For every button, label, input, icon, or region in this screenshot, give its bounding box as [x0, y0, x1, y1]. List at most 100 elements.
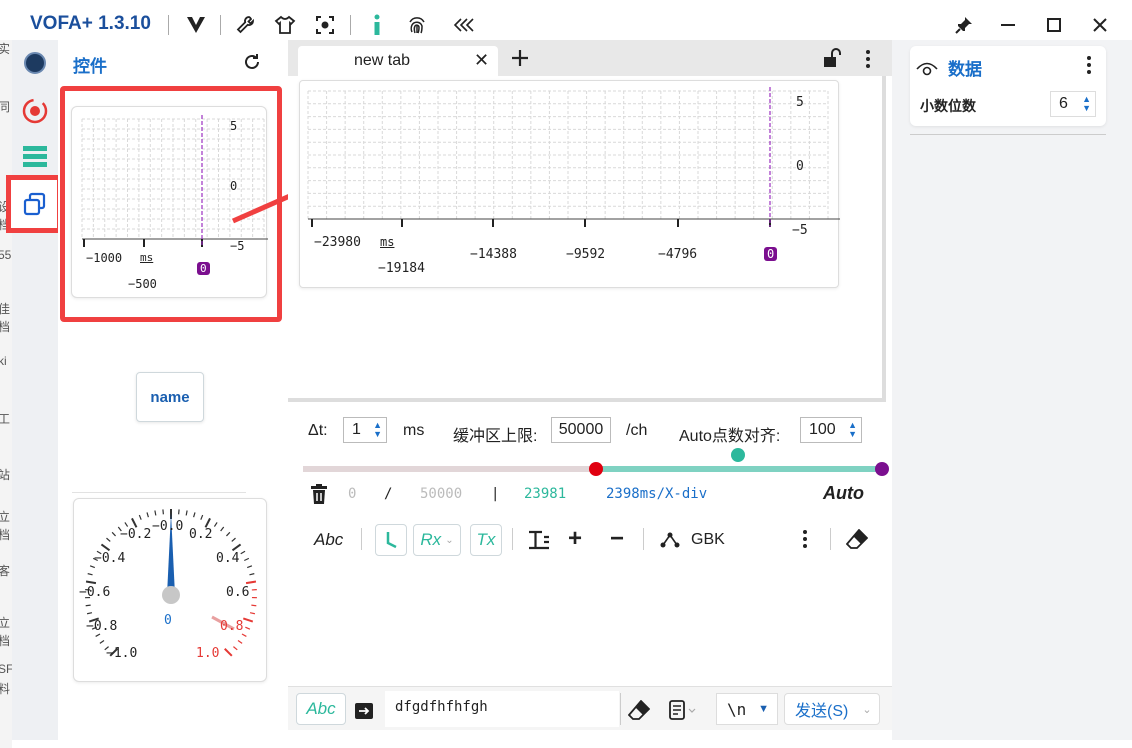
protocol-button[interactable] [660, 531, 680, 554]
add-tab-button[interactable] [510, 48, 530, 68]
gauge-widget[interactable]: −0.0 −0.2 −0.4 −0.6 −0.8 −1.0 0.2 0.4 0.… [73, 498, 267, 682]
gauge-label: 0.6 [226, 585, 250, 600]
fingerprint-icon[interactable] [402, 10, 432, 40]
mini-x-tick: −500 [128, 277, 157, 291]
gauge-label: 0.2 [189, 527, 213, 542]
auto-mode-button[interactable]: Auto [823, 483, 864, 504]
pin-icon[interactable] [946, 10, 982, 40]
widget-panel-title: 控件 [73, 57, 107, 76]
list-view-button[interactable] [16, 138, 54, 176]
eye-icon[interactable] [916, 62, 938, 81]
gauge-tick [124, 522, 129, 527]
clear-data-button[interactable] [310, 484, 328, 504]
rx-button[interactable]: Rx ⌄ [413, 524, 461, 556]
copy-icon [23, 192, 46, 216]
maximize-button[interactable] [1036, 10, 1072, 40]
buffer-input[interactable]: 50000 [551, 417, 611, 443]
slider-handle-end[interactable] [875, 462, 889, 476]
eraser-icon [627, 699, 651, 720]
minimize-button[interactable] [990, 10, 1026, 40]
tab-close-icon[interactable]: ✕ [474, 50, 489, 71]
slider-handle-mid[interactable] [731, 448, 745, 462]
tx-button[interactable]: Tx [470, 524, 502, 556]
send-bar: Abc dfgdfhfhfgh \n ▼ 发送(S) ⌄ [288, 686, 892, 730]
panel-divider [910, 134, 1106, 135]
widgets-button[interactable] [16, 185, 54, 223]
buffer-unit: /ch [626, 422, 648, 439]
toolbar-more-button[interactable] [800, 528, 810, 550]
send-input[interactable]: dfgdfhfhfgh [385, 691, 619, 727]
chevron-down-icon: ⌄ [862, 703, 872, 716]
gauge-tick [226, 531, 231, 537]
abc-toggle[interactable]: Abc [314, 530, 343, 550]
newline-value: \n [727, 699, 747, 719]
gauge-hub [162, 586, 180, 604]
title-separator [350, 15, 351, 35]
newline-select[interactable]: \n ▼ [716, 693, 778, 725]
background-text: 档 [0, 528, 11, 542]
plot-x-tick: −19184 [378, 261, 425, 276]
connection-status-button[interactable] [16, 44, 54, 82]
spin-arrows-icon[interactable]: ▲ ▼ [848, 421, 857, 439]
buffer-label: 缓冲区上限: [453, 428, 538, 445]
send-button[interactable]: 发送(S) ⌄ [784, 693, 880, 725]
toolbar-separator [512, 528, 513, 550]
gauge-tick [245, 580, 257, 585]
tab-more-button[interactable] [858, 48, 878, 70]
plot-cursor-badge[interactable]: 0 [764, 247, 778, 261]
connection-status-icon [24, 52, 46, 74]
dt-label: Δt: [308, 422, 328, 439]
data-panel-more-button[interactable] [1084, 54, 1094, 76]
plot-y-tick: 0 [796, 159, 804, 174]
timestamp-button[interactable] [375, 524, 407, 556]
info-icon[interactable] [362, 10, 392, 40]
refresh-button[interactable] [240, 50, 264, 74]
decimal-spinbox[interactable]: 6 ▲ ▼ [1050, 91, 1096, 117]
eraser-button[interactable] [845, 528, 869, 554]
plot-x-tick: −14388 [470, 247, 517, 262]
auto-align-spinbox[interactable]: 100 ▲ ▼ [800, 417, 862, 443]
shirt-icon[interactable] [270, 10, 300, 40]
rx-label: Rx [420, 530, 442, 549]
record-button[interactable] [16, 92, 54, 130]
screenshot-icon[interactable] [310, 10, 340, 40]
eraser-icon [845, 528, 869, 549]
encoding-button[interactable]: GBK [691, 531, 725, 549]
spin-arrows-icon[interactable]: ▲ ▼ [373, 421, 382, 439]
gauge-label: −0.6 [79, 585, 111, 600]
mini-cursor-badge[interactable]: 0 [197, 262, 210, 275]
gauge-tick [220, 526, 225, 532]
status-separator: | [491, 486, 500, 502]
slider-track-left [303, 466, 596, 472]
collapse-icon[interactable] [450, 10, 480, 40]
vofa-logo-icon[interactable] [181, 10, 211, 40]
close-button[interactable] [1082, 10, 1118, 40]
toolbar-separator [361, 528, 362, 550]
send-file-button[interactable] [354, 700, 374, 725]
gauge-tick [89, 565, 95, 569]
dropdown-arrow-icon: ▼ [758, 703, 769, 715]
gauge-tick [233, 646, 238, 651]
dt-spinbox[interactable]: 1 ▲ ▼ [343, 417, 387, 443]
plot-area: 5 0 −5 −23980 −19184 −14388 −9592 −4796 … [288, 76, 886, 402]
zoom-in-button[interactable]: + [568, 525, 582, 553]
record-icon [22, 98, 48, 124]
slider-handle-start[interactable] [589, 462, 603, 476]
name-button[interactable]: name [136, 372, 204, 422]
lock-button[interactable] [823, 48, 843, 70]
waveform-plot[interactable]: 5 0 −5 −23980 −19184 −14388 −9592 −4796 … [299, 80, 840, 288]
tab-new-tab[interactable]: new tab ✕ [298, 46, 498, 76]
send-abc-toggle[interactable]: Abc [296, 693, 346, 725]
decimal-label: 小数位数 [920, 98, 976, 114]
data-panel-title: 数据 [948, 60, 982, 79]
range-slider[interactable] [303, 448, 889, 476]
wrench-icon[interactable] [230, 10, 260, 40]
text-format-button[interactable] [528, 530, 550, 555]
zoom-out-button[interactable]: − [610, 525, 624, 553]
clear-send-button[interactable] [627, 699, 651, 725]
history-button[interactable] [668, 700, 698, 725]
mini-y-tick: −5 [230, 239, 245, 253]
plot-x-tick: −23980 [314, 235, 361, 250]
spin-arrows-icon[interactable]: ▲ ▼ [1082, 95, 1091, 113]
gauge-label: 0.8 [220, 619, 244, 634]
